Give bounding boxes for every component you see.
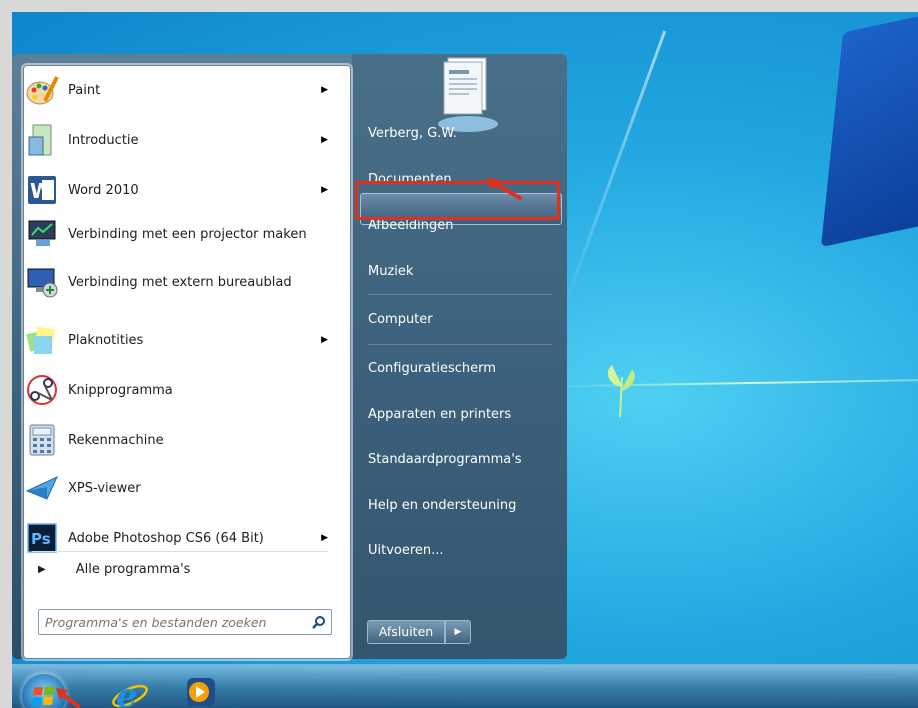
search-input[interactable]: [39, 614, 307, 630]
configuratiescherm-link[interactable]: Configuratiescherm: [368, 356, 568, 382]
all-programs-button[interactable]: ▶ Alle programma's: [38, 562, 190, 577]
paint-icon: [24, 72, 60, 108]
program-label: Verbinding met extern bureaublad: [68, 274, 292, 290]
program-projector[interactable]: Verbinding met een projector maken: [24, 216, 334, 252]
program-paint[interactable]: Paint ▶: [24, 72, 334, 108]
uitvoeren-link[interactable]: Uitvoeren...: [368, 538, 568, 564]
apparaten-printers-link[interactable]: Apparaten en printers: [368, 402, 568, 428]
internet-explorer-icon[interactable]: e: [110, 674, 150, 708]
user-folder-link[interactable]: Verberg, G.W.: [368, 121, 568, 147]
shutdown-button[interactable]: Afsluiten: [367, 620, 445, 644]
program-word-2010[interactable]: W Word 2010 ▶: [24, 172, 334, 208]
program-label: Verbinding met een projector maken: [68, 226, 307, 242]
desktop: Paint ▶ Introductie ▶ W Word 2010 ▶ Verb…: [12, 12, 918, 708]
svg-text:Ps: Ps: [31, 530, 51, 548]
help-ondersteuning-link[interactable]: Help en ondersteuning: [368, 493, 568, 519]
separator: [32, 551, 328, 552]
snipping-tool-icon: [24, 372, 60, 408]
program-label: Knipprogramma: [68, 382, 173, 398]
annotation-arrow-icon: [56, 688, 80, 708]
program-rekenmachine[interactable]: Rekenmachine: [24, 422, 334, 458]
muziek-link[interactable]: Muziek: [368, 259, 568, 285]
introductie-icon: [24, 122, 60, 158]
program-remote-desktop[interactable]: Verbinding met extern bureaublad: [24, 264, 334, 300]
word-icon: W: [24, 172, 60, 208]
search-icon[interactable]: [307, 615, 331, 629]
media-player-icon[interactable]: [184, 675, 218, 708]
submenu-arrow-icon[interactable]: ▶: [321, 85, 328, 95]
submenu-arrow-icon[interactable]: ▶: [321, 533, 328, 543]
sticky-notes-icon: [24, 322, 60, 358]
wallpaper-streak: [560, 30, 667, 314]
annotation-arrow-icon: [486, 178, 522, 200]
start-menu: Paint ▶ Introductie ▶ W Word 2010 ▶ Verb…: [12, 54, 567, 659]
program-plaknotities[interactable]: Plaknotities ▶: [24, 322, 334, 358]
desktop-windows-logo: [820, 12, 918, 248]
xps-viewer-icon: [24, 470, 60, 506]
svg-text:e: e: [116, 676, 138, 708]
projector-icon: [24, 216, 60, 252]
separator: [368, 344, 552, 345]
program-label: Paint: [68, 82, 101, 98]
program-knipprogramma[interactable]: Knipprogramma: [24, 372, 334, 408]
program-label: Word 2010: [68, 182, 139, 198]
search-box[interactable]: [38, 609, 332, 635]
program-label: Adobe Photoshop CS6 (64 Bit): [68, 530, 264, 546]
submenu-arrow-icon[interactable]: ▶: [321, 185, 328, 195]
program-label: Introductie: [68, 132, 139, 148]
calculator-icon: [24, 422, 60, 458]
triangle-right-icon: ▶: [38, 564, 46, 575]
svg-text:W: W: [30, 179, 52, 203]
program-label: Plaknotities: [68, 332, 144, 348]
submenu-arrow-icon[interactable]: ▶: [321, 335, 328, 345]
standaardprogrammas-link[interactable]: Standaardprogramma's: [368, 447, 568, 473]
annotation-highlight-box: [355, 181, 560, 220]
all-programs-label: Alle programma's: [75, 562, 191, 577]
program-introductie[interactable]: Introductie ▶: [24, 122, 334, 158]
program-label: XPS-viewer: [68, 480, 141, 496]
remote-desktop-icon: [24, 264, 60, 300]
program-xps-viewer[interactable]: XPS-viewer: [24, 470, 334, 506]
shutdown-options-arrow-icon[interactable]: ▶: [445, 620, 471, 644]
separator: [368, 294, 552, 295]
wallpaper-plant-icon: [607, 365, 635, 417]
program-label: Rekenmachine: [68, 432, 164, 448]
computer-link[interactable]: Computer: [368, 307, 568, 333]
submenu-arrow-icon[interactable]: ▶: [321, 135, 328, 145]
